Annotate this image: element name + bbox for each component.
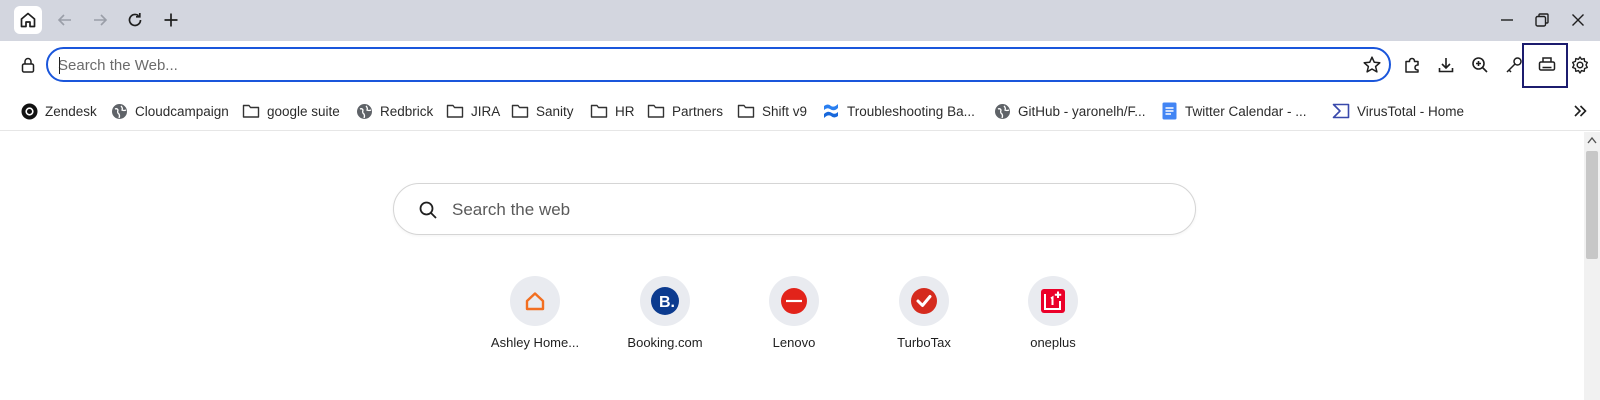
speed-dial-oneplus[interactable]: oneplus xyxy=(998,276,1108,362)
lock-icon xyxy=(21,57,35,73)
close-icon xyxy=(1572,14,1584,26)
bookmark-label: Twitter Calendar - ... xyxy=(1185,103,1307,119)
address-input[interactable] xyxy=(58,54,1328,76)
forward-button[interactable] xyxy=(86,6,114,34)
settings-button[interactable] xyxy=(1568,53,1592,77)
folder-icon xyxy=(737,102,755,120)
bookmark-cloudcampaign[interactable]: Cloudcampaign xyxy=(110,101,229,121)
bookmark-jira[interactable]: JIRA xyxy=(446,101,500,121)
reload-icon xyxy=(128,13,142,27)
chevron-double-right-icon xyxy=(1574,105,1587,117)
bookmark-hr[interactable]: HR xyxy=(590,101,635,121)
forward-arrow-icon xyxy=(94,14,108,26)
plus-icon xyxy=(164,13,178,27)
turbotax-icon xyxy=(899,276,949,326)
bookmark-zendesk[interactable]: Zendesk xyxy=(20,101,97,121)
folder-icon xyxy=(446,102,464,120)
bookmark-virustotal[interactable]: VirusTotal - Home xyxy=(1332,101,1464,121)
bookmark-label: Cloudcampaign xyxy=(135,103,229,119)
home-icon xyxy=(20,12,36,28)
bookmark-label: Redbrick xyxy=(380,103,434,119)
bookmark-shift-v9[interactable]: Shift v9 xyxy=(737,101,807,121)
zendesk-icon xyxy=(20,102,38,120)
bookmark-star-button[interactable] xyxy=(1361,54,1383,76)
restore-button[interactable] xyxy=(1530,8,1554,32)
start-page-search[interactable] xyxy=(393,183,1196,235)
confluence-icon xyxy=(822,102,840,120)
search-icon xyxy=(417,199,439,221)
text-caret xyxy=(59,57,60,74)
bookmark-label: HR xyxy=(615,103,635,119)
folder-icon xyxy=(590,102,608,120)
reload-button[interactable] xyxy=(121,6,149,34)
speed-dial-lenovo[interactable]: Lenovo xyxy=(739,276,849,362)
bookmark-label: google suite xyxy=(267,103,340,119)
bookmark-label: JIRA xyxy=(471,103,501,119)
bookmark-label: GitHub - yaronelh/F... xyxy=(1018,103,1146,119)
close-window-button[interactable] xyxy=(1566,8,1590,32)
downloads-button[interactable] xyxy=(1434,53,1458,77)
bookmark-label: Partners xyxy=(672,103,724,119)
toolbar xyxy=(0,41,1600,91)
bookmark-label: Shift v9 xyxy=(762,103,808,119)
scrollbar-thumb[interactable] xyxy=(1586,151,1598,259)
speed-dial-ashley[interactable]: Ashley Home... xyxy=(480,276,590,362)
star-icon xyxy=(1363,56,1381,73)
speed-dial-label: Lenovo xyxy=(772,335,816,350)
speed-dial-label: TurboTax xyxy=(897,335,951,350)
bookmark-twitter-calendar[interactable]: Twitter Calendar - ... xyxy=(1160,101,1307,121)
zoom-button[interactable] xyxy=(1468,53,1492,77)
scroll-up-arrow-icon[interactable] xyxy=(1587,136,1597,144)
oneplus-icon xyxy=(1028,276,1078,326)
speed-dial-booking[interactable]: B. Booking.com xyxy=(610,276,720,362)
bookmark-partners[interactable]: Partners xyxy=(647,101,723,121)
virustotal-icon xyxy=(1332,102,1350,120)
print-button-highlight xyxy=(1522,43,1568,88)
site-info-button[interactable] xyxy=(16,53,40,77)
minimize-button[interactable] xyxy=(1495,8,1519,32)
globe-icon xyxy=(993,102,1011,120)
bookmark-redbrick[interactable]: Redbrick xyxy=(355,101,433,121)
zoom-icon xyxy=(1472,57,1488,73)
extensions-icon xyxy=(1405,57,1419,73)
docs-icon xyxy=(1160,102,1178,120)
download-icon xyxy=(1438,58,1454,73)
bookmark-sanity[interactable]: Sanity xyxy=(511,101,574,121)
globe-icon xyxy=(110,102,128,120)
bookmark-label: VirusTotal - Home xyxy=(1357,103,1465,119)
restore-icon xyxy=(1535,13,1549,27)
settings-icon xyxy=(1572,56,1588,74)
bookmarks-bar: Zendesk Cloudcampaign google suite Redbr… xyxy=(0,91,1600,131)
bookmark-label: Troubleshooting Ba... xyxy=(847,103,975,119)
speed-dial-label: Booking.com xyxy=(627,335,703,350)
bookmark-label: Zendesk xyxy=(45,103,97,119)
bookmark-troubleshooting[interactable]: Troubleshooting Ba... xyxy=(822,101,975,121)
folder-icon xyxy=(647,102,665,120)
bookmark-label: Sanity xyxy=(536,103,574,119)
lenovo-icon xyxy=(769,276,819,326)
speed-dial-label: oneplus xyxy=(1030,335,1076,350)
back-arrow-icon xyxy=(57,14,71,26)
svg-text:B.: B. xyxy=(659,294,675,311)
bookmark-google-suite[interactable]: google suite xyxy=(242,101,340,121)
home-tab[interactable] xyxy=(14,6,42,34)
folder-icon xyxy=(511,102,529,120)
back-button[interactable] xyxy=(51,6,79,34)
new-tab-button[interactable] xyxy=(157,6,185,34)
address-bar[interactable] xyxy=(46,47,1391,82)
ashley-home-icon xyxy=(510,276,560,326)
bookmark-github[interactable]: GitHub - yaronelh/F... xyxy=(993,101,1146,121)
globe-icon xyxy=(355,102,373,120)
extensions-button[interactable] xyxy=(1400,53,1424,77)
speed-dial-label: Ashley Home... xyxy=(490,335,580,350)
speed-dial-turbotax[interactable]: TurboTax xyxy=(869,276,979,362)
key-icon xyxy=(1506,57,1522,73)
search-input[interactable] xyxy=(452,198,1152,222)
folder-icon xyxy=(242,102,260,120)
title-bar xyxy=(0,0,1600,41)
booking-icon: B. xyxy=(640,276,690,326)
minimize-icon xyxy=(1501,19,1513,21)
bookmarks-overflow-button[interactable] xyxy=(1570,101,1590,121)
